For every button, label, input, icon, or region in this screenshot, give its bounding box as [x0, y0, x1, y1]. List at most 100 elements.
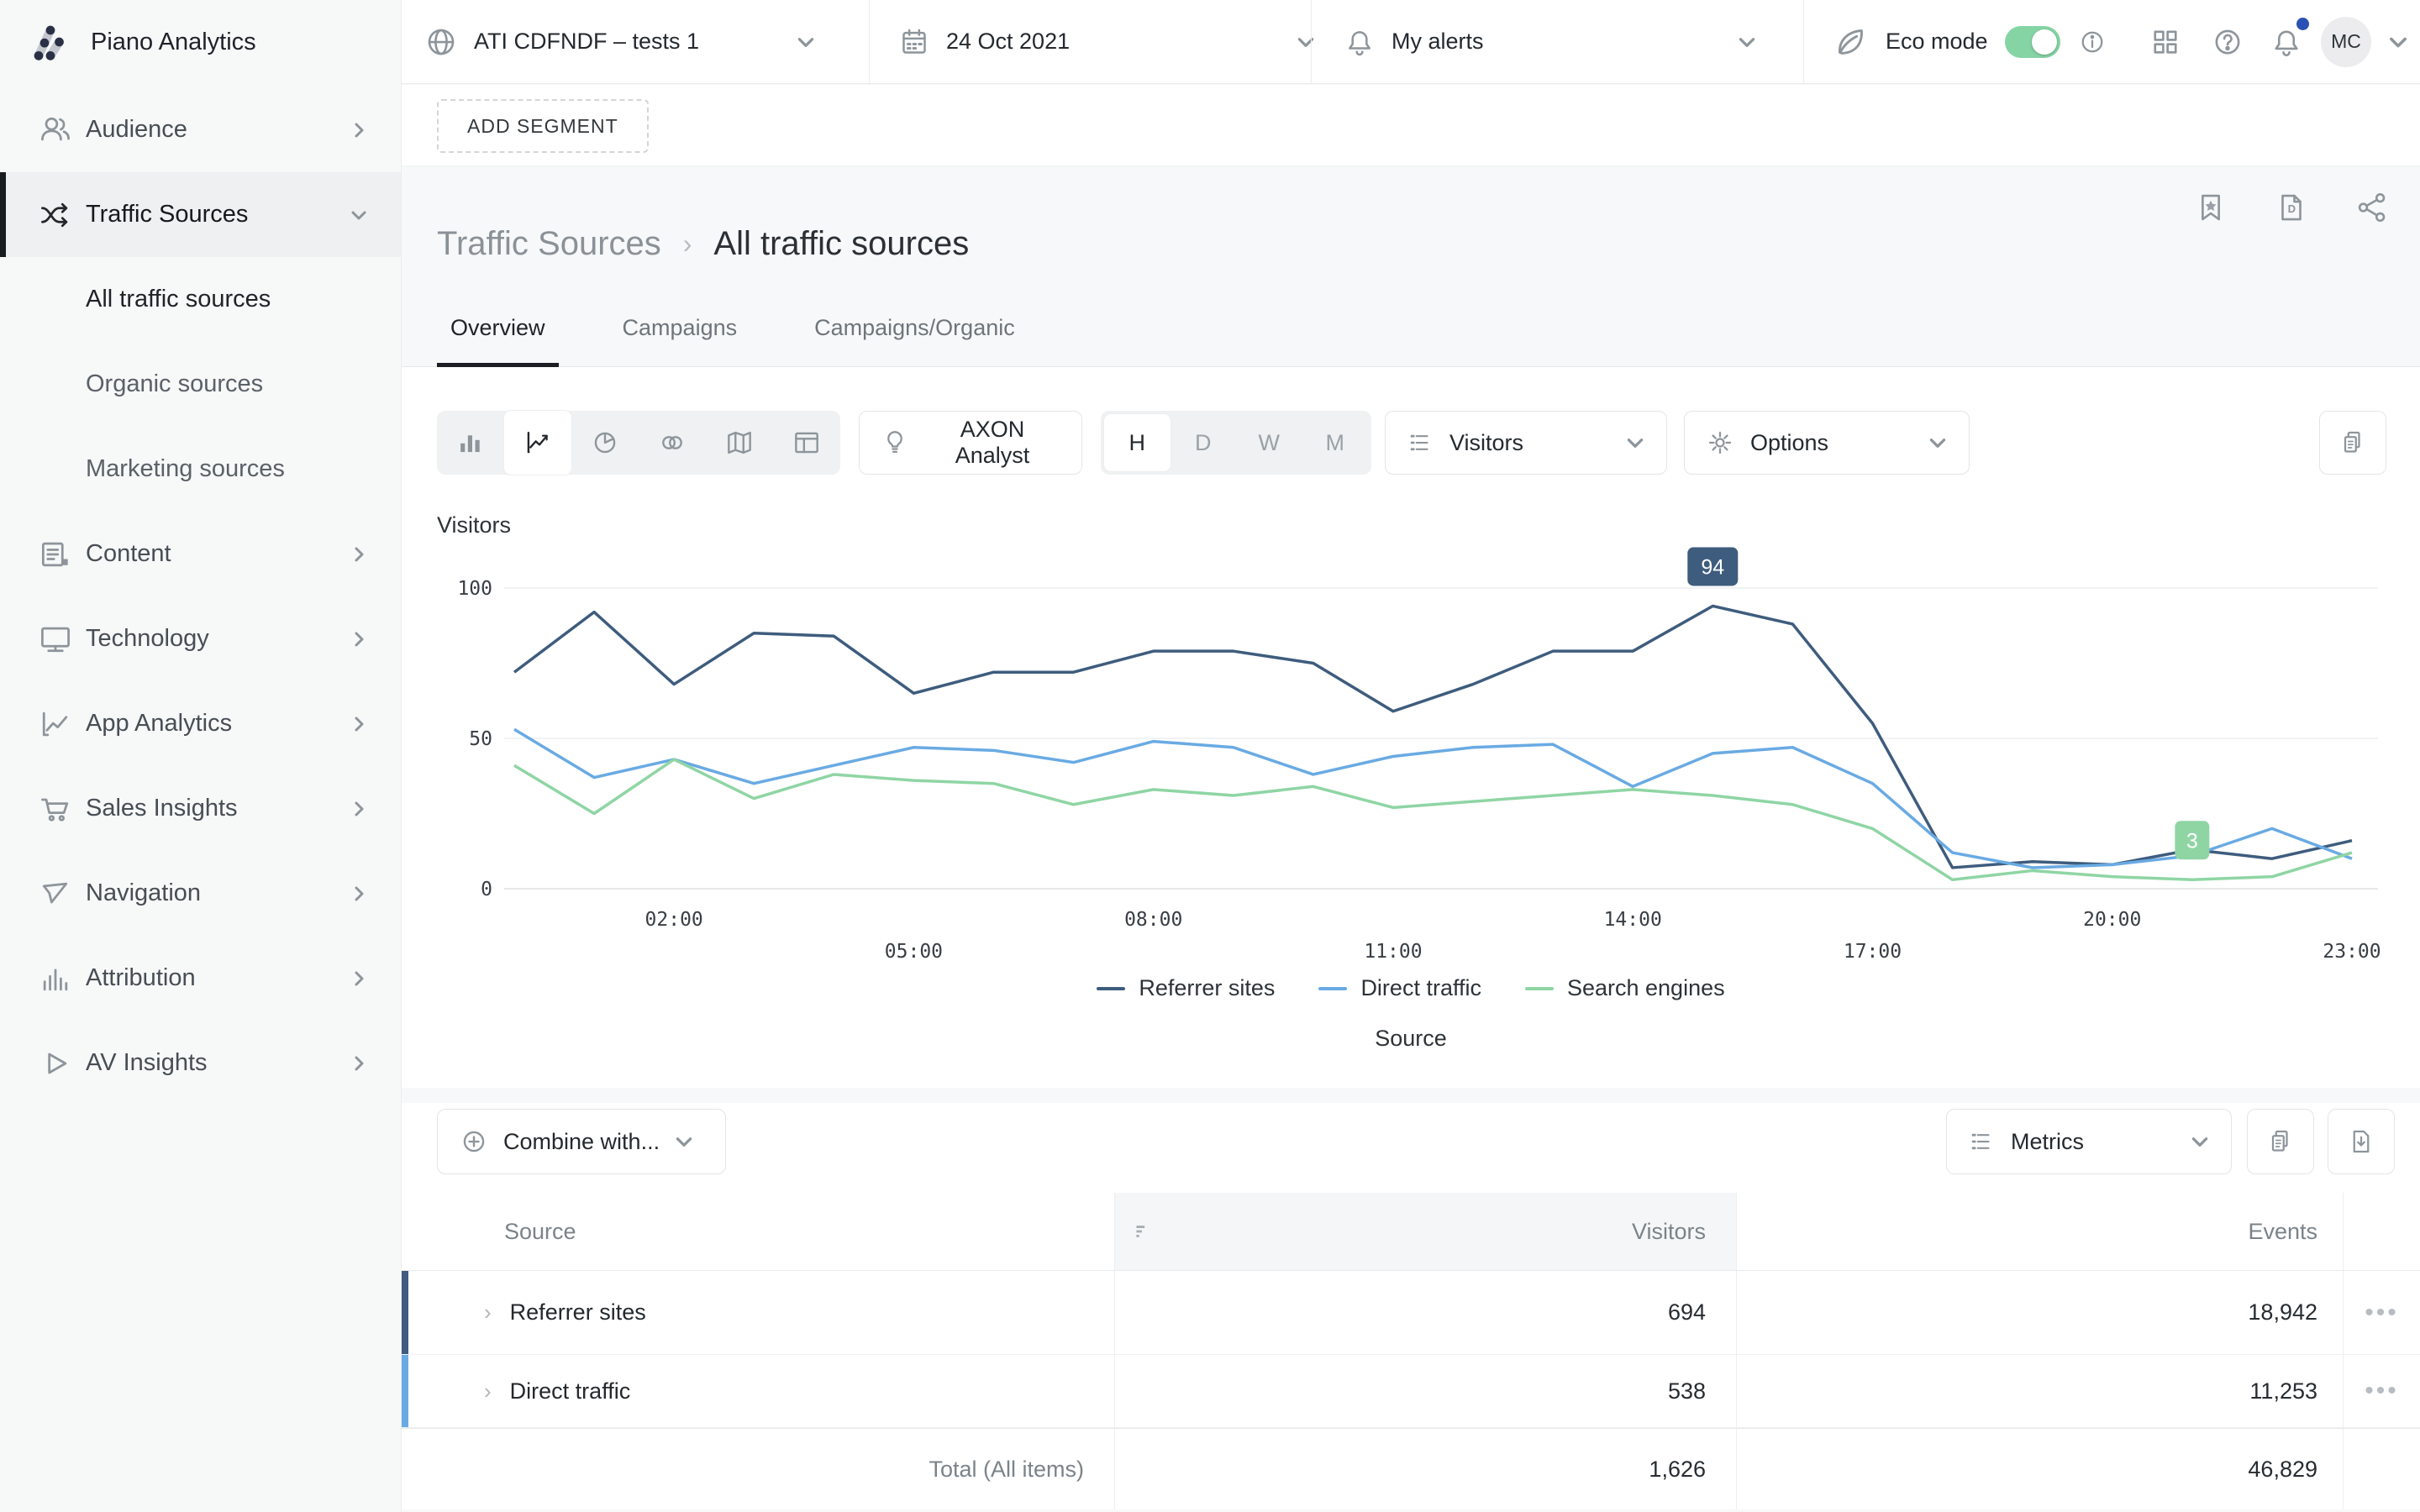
metrics-dropdown[interactable]: Metrics [1946, 1109, 2232, 1174]
tab-campaigns[interactable]: Campaigns [609, 315, 751, 367]
table-row[interactable]: ›Direct traffic 538 11,253 ••• [402, 1355, 2420, 1428]
sidebar: Piano Analytics Audience Traffic Sources… [0, 0, 402, 1512]
expand-chevron-icon[interactable]: › [484, 1299, 492, 1326]
copy-chart-button[interactable] [2319, 411, 2386, 475]
granularity-week[interactable]: W [1236, 414, 1302, 471]
sidebar-item-navigation[interactable]: Navigation [0, 851, 401, 936]
svg-text:20:00: 20:00 [2083, 909, 2141, 931]
share-button[interactable] [2354, 190, 2390, 225]
chevron-right-icon [349, 1053, 369, 1074]
app-analytics-icon [37, 706, 74, 743]
tab-overview[interactable]: Overview [437, 315, 559, 367]
sidebar-item-technology[interactable]: Technology [0, 596, 401, 681]
add-segment-button[interactable]: ADD SEGMENT [437, 99, 649, 153]
copy-icon [2265, 1126, 2296, 1157]
sort-icon[interactable] [1132, 1221, 1154, 1242]
row-accent-bar [402, 1355, 408, 1427]
chart-section: AXON Analyst H D W M Visitors Options Vi… [402, 367, 2420, 1088]
sidebar-item-app-analytics[interactable]: App Analytics [0, 681, 401, 766]
sidebar-item-av-insights[interactable]: AV Insights [0, 1021, 401, 1105]
column-header-events[interactable]: Events [1736, 1193, 2343, 1270]
options-dropdown[interactable]: Options [1684, 411, 1970, 475]
sidebar-nav: Audience Traffic Sources All traffic sou… [0, 87, 401, 1105]
sidebar-item-organic-sources[interactable]: Organic sources [0, 342, 401, 427]
granularity-month[interactable]: M [1302, 414, 1369, 471]
alerts-selector[interactable]: My alerts [1343, 0, 1758, 83]
brand[interactable]: Piano Analytics [0, 0, 256, 84]
row-menu-button[interactable]: ••• [2365, 1299, 2399, 1327]
notifications-button[interactable] [2269, 0, 2304, 83]
breadcrumb-band: Traffic Sources › All traffic sources D … [402, 166, 2420, 367]
combine-with-dropdown[interactable]: Combine with... [437, 1109, 726, 1174]
chevron-right-icon [349, 884, 369, 904]
av-insights-icon [37, 1045, 74, 1082]
svg-text:02:00: 02:00 [645, 909, 703, 931]
help-button[interactable] [2210, 0, 2245, 83]
site-selector[interactable]: ATI CDFNDF – tests 1 [424, 0, 817, 83]
user-menu[interactable]: MC [2321, 0, 2410, 83]
chart-title: Visitors [437, 512, 511, 538]
granularity-hour[interactable]: H [1104, 414, 1171, 471]
granularity-day[interactable]: D [1171, 414, 1237, 471]
visitors-line-chart[interactable]: 05010002:0005:0008:0011:0014:0017:0020:0… [454, 546, 2378, 966]
column-header-source[interactable]: Source [402, 1193, 1114, 1270]
app-name: Piano Analytics [91, 29, 256, 56]
map-chart-icon[interactable] [706, 411, 773, 475]
table-view-icon[interactable] [773, 411, 840, 475]
lightbulb-icon [880, 428, 910, 458]
legend-referrer-sites[interactable]: Referrer sites [1097, 975, 1275, 1001]
chevron-right-icon [349, 799, 369, 819]
chevron-down-icon [1624, 432, 1646, 454]
sidebar-item-sales-insights[interactable]: Sales Insights [0, 766, 401, 851]
eco-mode-group: Eco mode [1830, 0, 2107, 83]
line-chart-icon[interactable] [504, 411, 571, 475]
sidebar-item-marketing-sources[interactable]: Marketing sources [0, 427, 401, 512]
sidebar-item-audience[interactable]: Audience [0, 87, 401, 172]
download-button[interactable] [2328, 1109, 2395, 1174]
bar-chart-icon[interactable] [437, 411, 504, 475]
sidebar-item-content[interactable]: Content [0, 512, 401, 596]
attribution-icon [37, 960, 74, 997]
sidebar-item-attribution[interactable]: Attribution [0, 936, 401, 1021]
svg-text:94: 94 [1701, 555, 1724, 579]
apps-grid-icon [2148, 24, 2183, 60]
breadcrumb-section[interactable]: Traffic Sources [437, 225, 661, 263]
chevron-down-icon [1736, 31, 1758, 53]
chevron-down-icon [795, 31, 817, 53]
eco-mode-toggle[interactable] [2005, 26, 2060, 58]
total-label: Total (All items) [402, 1429, 1114, 1509]
metric-dropdown[interactable]: Visitors [1385, 411, 1667, 475]
tab-campaigns-organic[interactable]: Campaigns/Organic [801, 315, 1028, 367]
help-icon [2210, 24, 2245, 60]
tab-bar: Overview Campaigns Campaigns/Organic [437, 315, 1028, 367]
axon-analyst-button[interactable]: AXON Analyst [859, 411, 1082, 475]
chart-type-switcher [437, 411, 840, 475]
copy-table-button[interactable] [2247, 1109, 2314, 1174]
eco-mode-label: Eco mode [1886, 29, 1988, 55]
breadcrumb: Traffic Sources › All traffic sources [437, 225, 969, 263]
chevron-right-icon [349, 120, 369, 140]
date-selector[interactable]: 24 Oct 2021 [897, 0, 1317, 83]
sidebar-item-all-traffic-sources[interactable]: All traffic sources [0, 257, 401, 342]
legend-search-engines[interactable]: Search engines [1525, 975, 1725, 1001]
expand-chevron-icon[interactable]: › [484, 1378, 492, 1404]
pie-chart-icon[interactable] [571, 411, 639, 475]
audience-icon [37, 112, 74, 149]
svg-text:11:00: 11:00 [1364, 941, 1422, 963]
traffic-sources-icon [37, 197, 74, 234]
table-row[interactable]: ›Referrer sites 694 18,942 ••• [402, 1271, 2420, 1355]
bookmark-button[interactable] [2193, 190, 2228, 225]
apps-button[interactable] [2148, 0, 2183, 83]
legend-direct-traffic[interactable]: Direct traffic [1318, 975, 1481, 1001]
venn-chart-icon[interactable] [639, 411, 706, 475]
sidebar-item-traffic-sources[interactable]: Traffic Sources [0, 172, 401, 257]
piano-analytics-logo-icon [27, 18, 74, 66]
calendar-icon [897, 25, 931, 59]
row-menu-button[interactable]: ••• [2365, 1377, 2399, 1405]
chart-legend: Referrer sites Direct traffic Search eng… [402, 975, 2420, 1001]
report-button[interactable]: D [2274, 190, 2309, 225]
column-header-visitors[interactable]: Visitors [1114, 1193, 1736, 1270]
chevron-down-icon [2386, 30, 2410, 54]
svg-text:17:00: 17:00 [1844, 941, 1902, 963]
chevron-right-icon [349, 629, 369, 649]
